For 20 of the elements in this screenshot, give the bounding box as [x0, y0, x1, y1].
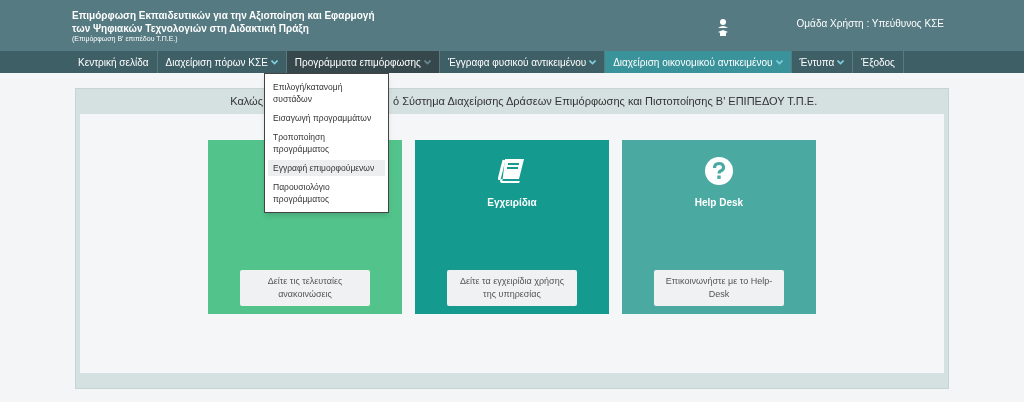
- tile-title: Help Desk: [694, 196, 744, 210]
- book-icon: [498, 157, 526, 185]
- welcome-heading: ό Σύστημα Διαχείρισης Δράσεων Επιμόρφωσης και Πιστοποίησης Β' ΕΠΙΠΕΔΟΥ Τ.Π.Ε.: [393, 94, 818, 110]
- dropdown-item[interactable]: Επιλογή/κατανομή συστάδων: [268, 79, 385, 107]
- nav-item[interactable]: Διαχείριση οικονομικού αντικειμένου: [605, 51, 792, 73]
- nav-item[interactable]: Προγράμματα επιμόρφωσης: [286, 51, 440, 73]
- help-icon: [705, 157, 733, 185]
- dropdown-item[interactable]: Παρουσιολόγιο προγράμματος: [268, 179, 385, 207]
- site-title: των Ψηφιακών Τεχνολογιών στη Διδακτική Πράξη: [72, 21, 310, 35]
- dropdown-item[interactable]: Εγγραφή επιμορφούμενων: [268, 160, 385, 176]
- tile-button[interactable]: Δείτε τις τελευταίες ανακοινώσεις: [240, 270, 370, 306]
- welcome-heading: Καλώς: [229, 94, 263, 110]
- tile-button[interactable]: Επικοινωνήστε με το Help-Desk: [654, 270, 784, 306]
- site-title: Επιμόρφωση Εκπαιδευτικών για την Αξιοποίηση και Εφαρμογή: [72, 8, 375, 22]
- tile-button[interactable]: Δείτε τα εγχειρίδια χρήσης της υπηρεσίας: [447, 270, 577, 306]
- dropdown-item[interactable]: Τροποποίηση προγράμματος: [268, 129, 385, 157]
- dropdown-item[interactable]: Εισαγωγή προγραμμάτων: [268, 110, 385, 126]
- user-group-label: Ομάδα Χρήστη : Υπεύθυνος ΚΣΕ: [796, 17, 944, 31]
- tile-title: Εγχειρίδια: [487, 196, 537, 210]
- user-icon: [716, 18, 729, 37]
